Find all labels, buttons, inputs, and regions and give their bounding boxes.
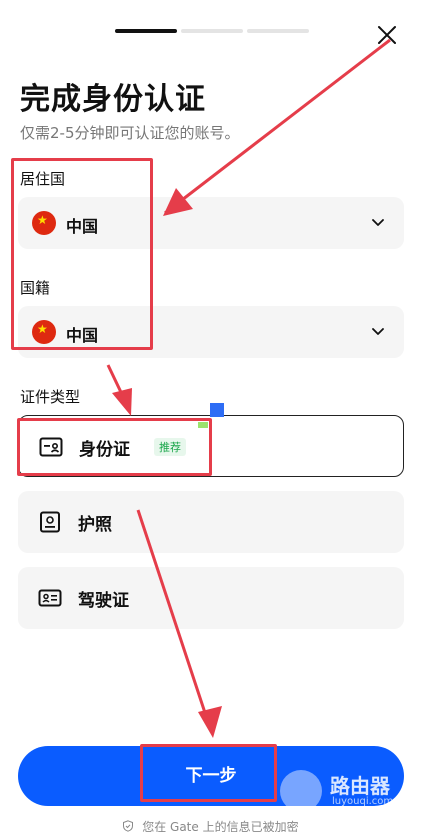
shield-icon [123,820,134,832]
doc-option-id-card[interactable]: 身份证 推荐 [18,415,404,477]
arrowhead-3 [198,706,222,738]
watermark-text: 路由器 [330,774,390,798]
residence-value: 中国 [66,217,99,236]
chevron-down-icon [372,219,384,226]
progress-indicator [115,29,309,33]
doc-option-label: 护照 [78,515,112,535]
china-flag-icon [32,320,56,344]
nationality-select[interactable]: 中国 [18,306,404,358]
nationality-value: 中国 [66,326,99,345]
doc-option-passport[interactable]: 护照 [18,491,404,553]
watermark-logo-icon [280,770,322,812]
id-card-icon [39,437,63,457]
recommended-badge: 推荐 [154,438,186,456]
driver-license-icon [38,589,62,607]
arrowhead-2 [112,388,132,416]
china-flag-icon [32,211,56,235]
residence-label: 居住国 [20,170,66,188]
chevron-down-icon [372,328,384,335]
progress-step-3 [247,29,309,33]
progress-step-1 [115,29,177,33]
close-icon [378,26,396,44]
close-button[interactable] [372,20,402,50]
passport-icon [40,511,60,533]
arrow-line-2 [106,364,130,408]
page-title: 完成身份认证 [20,82,206,117]
encryption-note-text: 您在 Gate 上的信息已被加密 [142,820,299,832]
doc-option-driver-license[interactable]: 驾驶证 [18,567,404,629]
nationality-label: 国籍 [20,279,51,297]
doc-option-label: 驾驶证 [78,591,129,611]
blue-marker [210,403,224,417]
encryption-note: 您在 Gate 上的信息已被加密 [0,818,421,832]
watermark-url: luyouqi.com [332,796,394,807]
residence-select[interactable]: 中国 [18,197,404,249]
doc-option-label: 身份证 [79,440,130,460]
progress-step-2 [181,29,243,33]
doc-type-label: 证件类型 [20,388,81,406]
green-marker [198,422,208,428]
page-subtitle: 仅需2-5分钟即可认证您的账号。 [20,124,240,142]
router-watermark: 路由器 luyouqi.com [280,770,410,814]
